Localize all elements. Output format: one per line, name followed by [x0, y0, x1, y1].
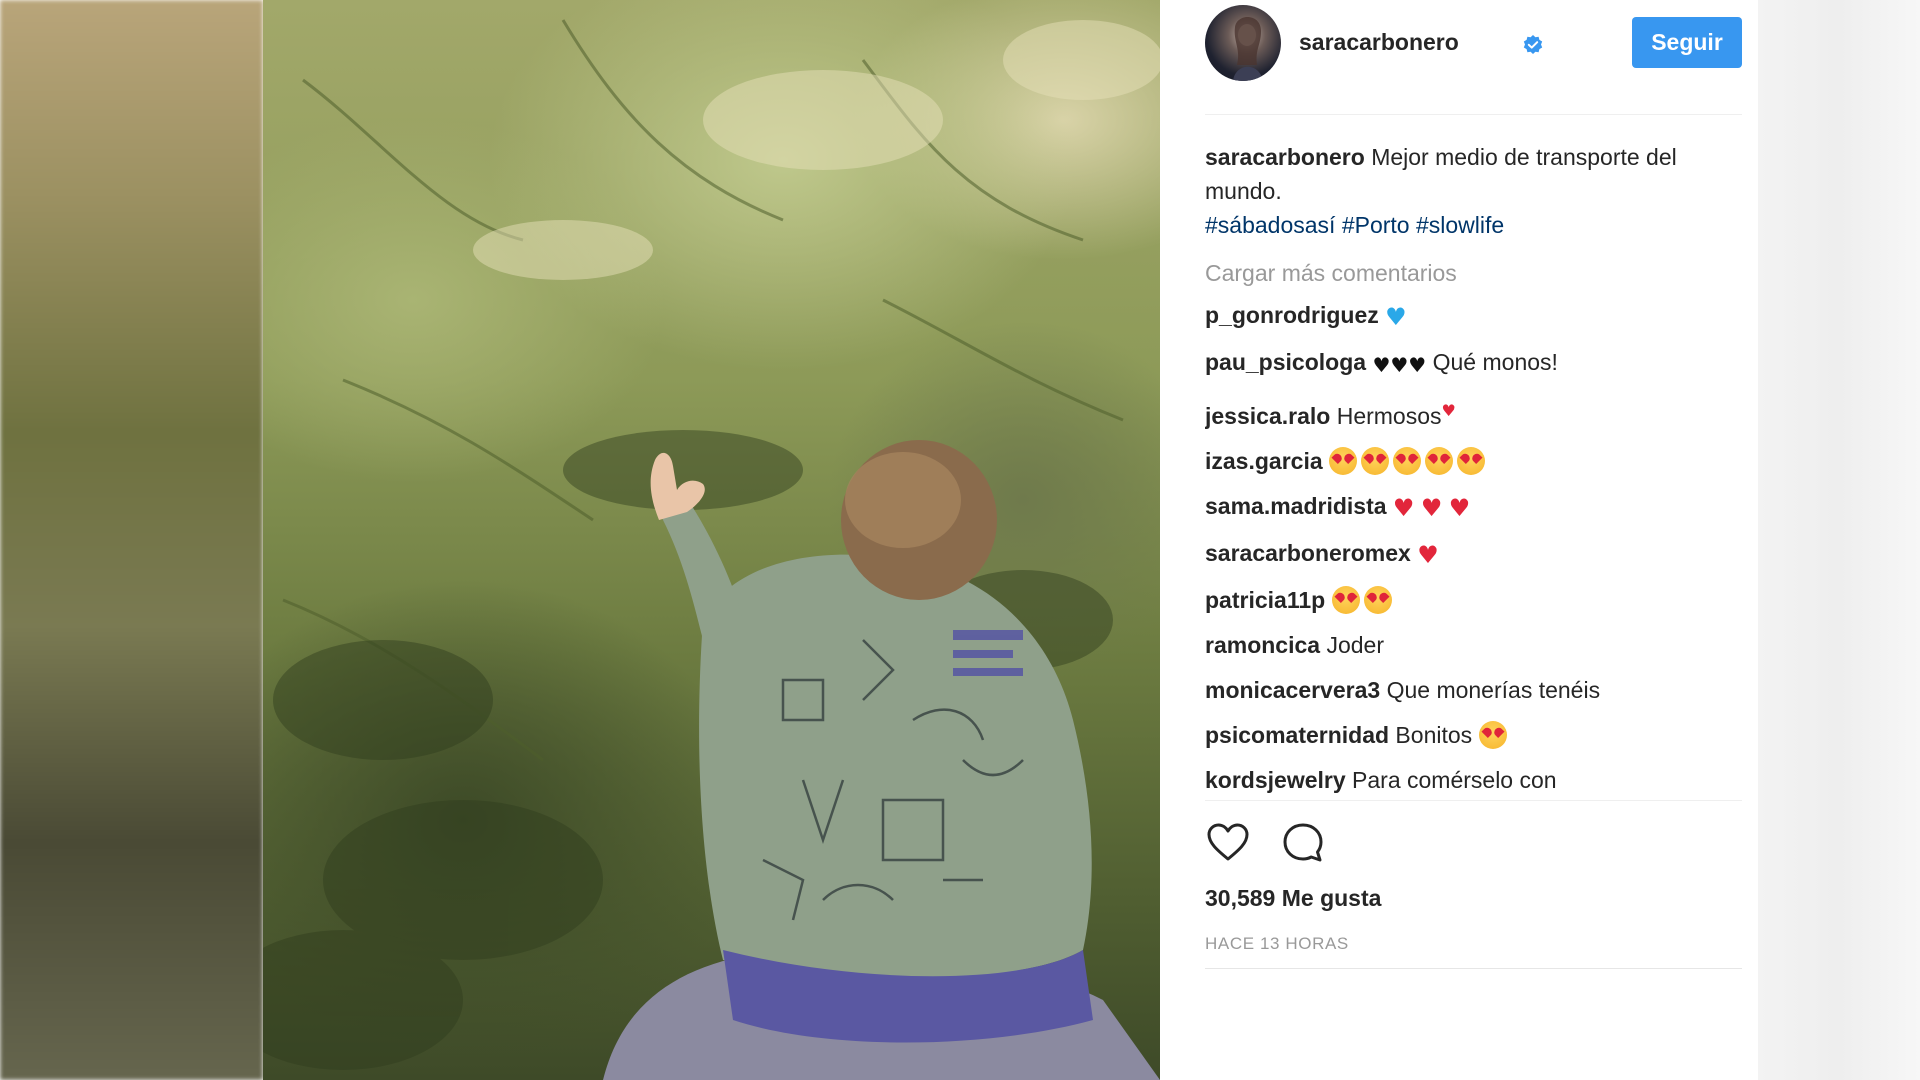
avatar[interactable]	[1205, 5, 1281, 81]
heart-eyes-emoji-icon	[1361, 447, 1390, 475]
comment-username[interactable]: psicomaternidad	[1205, 722, 1389, 748]
comment-bubble-icon[interactable]	[1280, 820, 1326, 866]
comments-divider	[1205, 800, 1742, 801]
load-more-comments-link[interactable]: Cargar más comentarios	[1205, 256, 1742, 290]
comment-item: sama.madridista ♥ ♥ ♥	[1205, 489, 1742, 526]
comment-text: Para comérselo con	[1345, 767, 1557, 793]
comment-item: jessica.ralo Hermosos♥	[1205, 393, 1742, 434]
hashtag-link[interactable]: #Porto	[1342, 212, 1410, 238]
caption-username[interactable]: saracarbonero	[1205, 144, 1365, 170]
header-username[interactable]: saracarbonero	[1299, 29, 1459, 56]
post-photo[interactable]	[263, 0, 1160, 1080]
heart-eyes-emoji-icon	[1363, 586, 1392, 614]
header-divider	[1205, 114, 1742, 115]
red-heart-emoji-icon: ♥	[1448, 494, 1471, 522]
comment-username[interactable]: jessica.ralo	[1205, 403, 1330, 429]
black-hearts-emoji-icon: ♥♥♥	[1372, 353, 1427, 377]
comment-username[interactable]: p_gonrodriguez	[1205, 302, 1379, 328]
red-heart-emoji-icon: ♥	[1392, 494, 1415, 522]
sparkling-heart-emoji-icon: ♥	[1417, 541, 1439, 569]
comment-username[interactable]: saracarboneromex	[1205, 540, 1411, 566]
verified-badge-icon	[1523, 35, 1543, 54]
likes-count[interactable]: 30,589 Me gusta	[1205, 885, 1381, 912]
post-caption: saracarbonero Mejor medio de transporte …	[1205, 140, 1742, 242]
comment-username[interactable]: kordsjewelry	[1205, 767, 1346, 793]
comment-text: Joder	[1320, 632, 1384, 658]
heart-eyes-emoji-icon	[1393, 447, 1422, 475]
comment-text	[1325, 587, 1331, 613]
comment-item: patricia11p	[1205, 583, 1742, 618]
red-heart-emoji-icon: ♥	[1420, 494, 1443, 522]
comment-username[interactable]: patricia11p	[1205, 587, 1325, 613]
comment-item: p_gonrodriguez ♥	[1205, 298, 1742, 335]
comment-item: saracarboneromex ♥	[1205, 536, 1742, 573]
comment-item: psicomaternidad Bonitos	[1205, 718, 1742, 753]
photo-illustration	[263, 19, 1160, 1080]
heart-eyes-emoji-icon	[1457, 447, 1486, 475]
blurred-backdrop-right	[1758, 0, 1920, 1080]
comment-text: Qué monos!	[1426, 349, 1558, 375]
comment-item: monicacervera3 Que monerías tenéis	[1205, 673, 1742, 708]
comment-username[interactable]: ramoncica	[1205, 632, 1320, 658]
comment-item: pau_psicologa ♥♥♥ Qué monos!	[1205, 345, 1742, 383]
comments-list[interactable]: saracarbonero Mejor medio de transporte …	[1205, 140, 1742, 800]
comment-username[interactable]: sama.madridista	[1205, 493, 1387, 519]
comment-username[interactable]: pau_psicologa	[1205, 349, 1366, 375]
hashtag-link[interactable]: #slowlife	[1416, 212, 1504, 238]
heart-eyes-emoji-icon	[1425, 447, 1454, 475]
post-actions-bar	[1205, 820, 1742, 870]
red-heart-emoji-icon: ♥	[1441, 401, 1456, 420]
comment-username[interactable]: izas.garcia	[1205, 448, 1323, 474]
comment-item: izas.garcia	[1205, 444, 1742, 479]
follow-button[interactable]: Seguir	[1632, 17, 1742, 68]
comment-item: ramoncica Joder	[1205, 628, 1742, 663]
blurred-backdrop-left	[0, 0, 263, 1080]
heart-outline-icon[interactable]	[1205, 820, 1251, 866]
heart-eyes-emoji-icon	[1478, 721, 1507, 749]
blue-heart-emoji-icon: ♥	[1385, 303, 1407, 331]
comment-username[interactable]: monicacervera3	[1205, 677, 1380, 703]
comment-item: kordsjewelry Para comérselo con	[1205, 763, 1742, 798]
heart-eyes-emoji-icon	[1329, 447, 1358, 475]
comment-text: Que monerías tenéis	[1380, 677, 1601, 703]
timestamp-divider	[1205, 968, 1742, 969]
comment-text: Bonitos	[1389, 722, 1479, 748]
instagram-post-viewer: saracarbonero Seguir saracarbonero Mejor…	[0, 0, 1920, 1080]
heart-eyes-emoji-icon	[1331, 586, 1360, 614]
comment-text: Hermosos	[1330, 403, 1442, 429]
hashtag-link[interactable]: #sábadosasí	[1205, 212, 1335, 238]
avatar-portrait	[1233, 16, 1263, 81]
post-timestamp: HACE 13 HORAS	[1205, 934, 1349, 953]
